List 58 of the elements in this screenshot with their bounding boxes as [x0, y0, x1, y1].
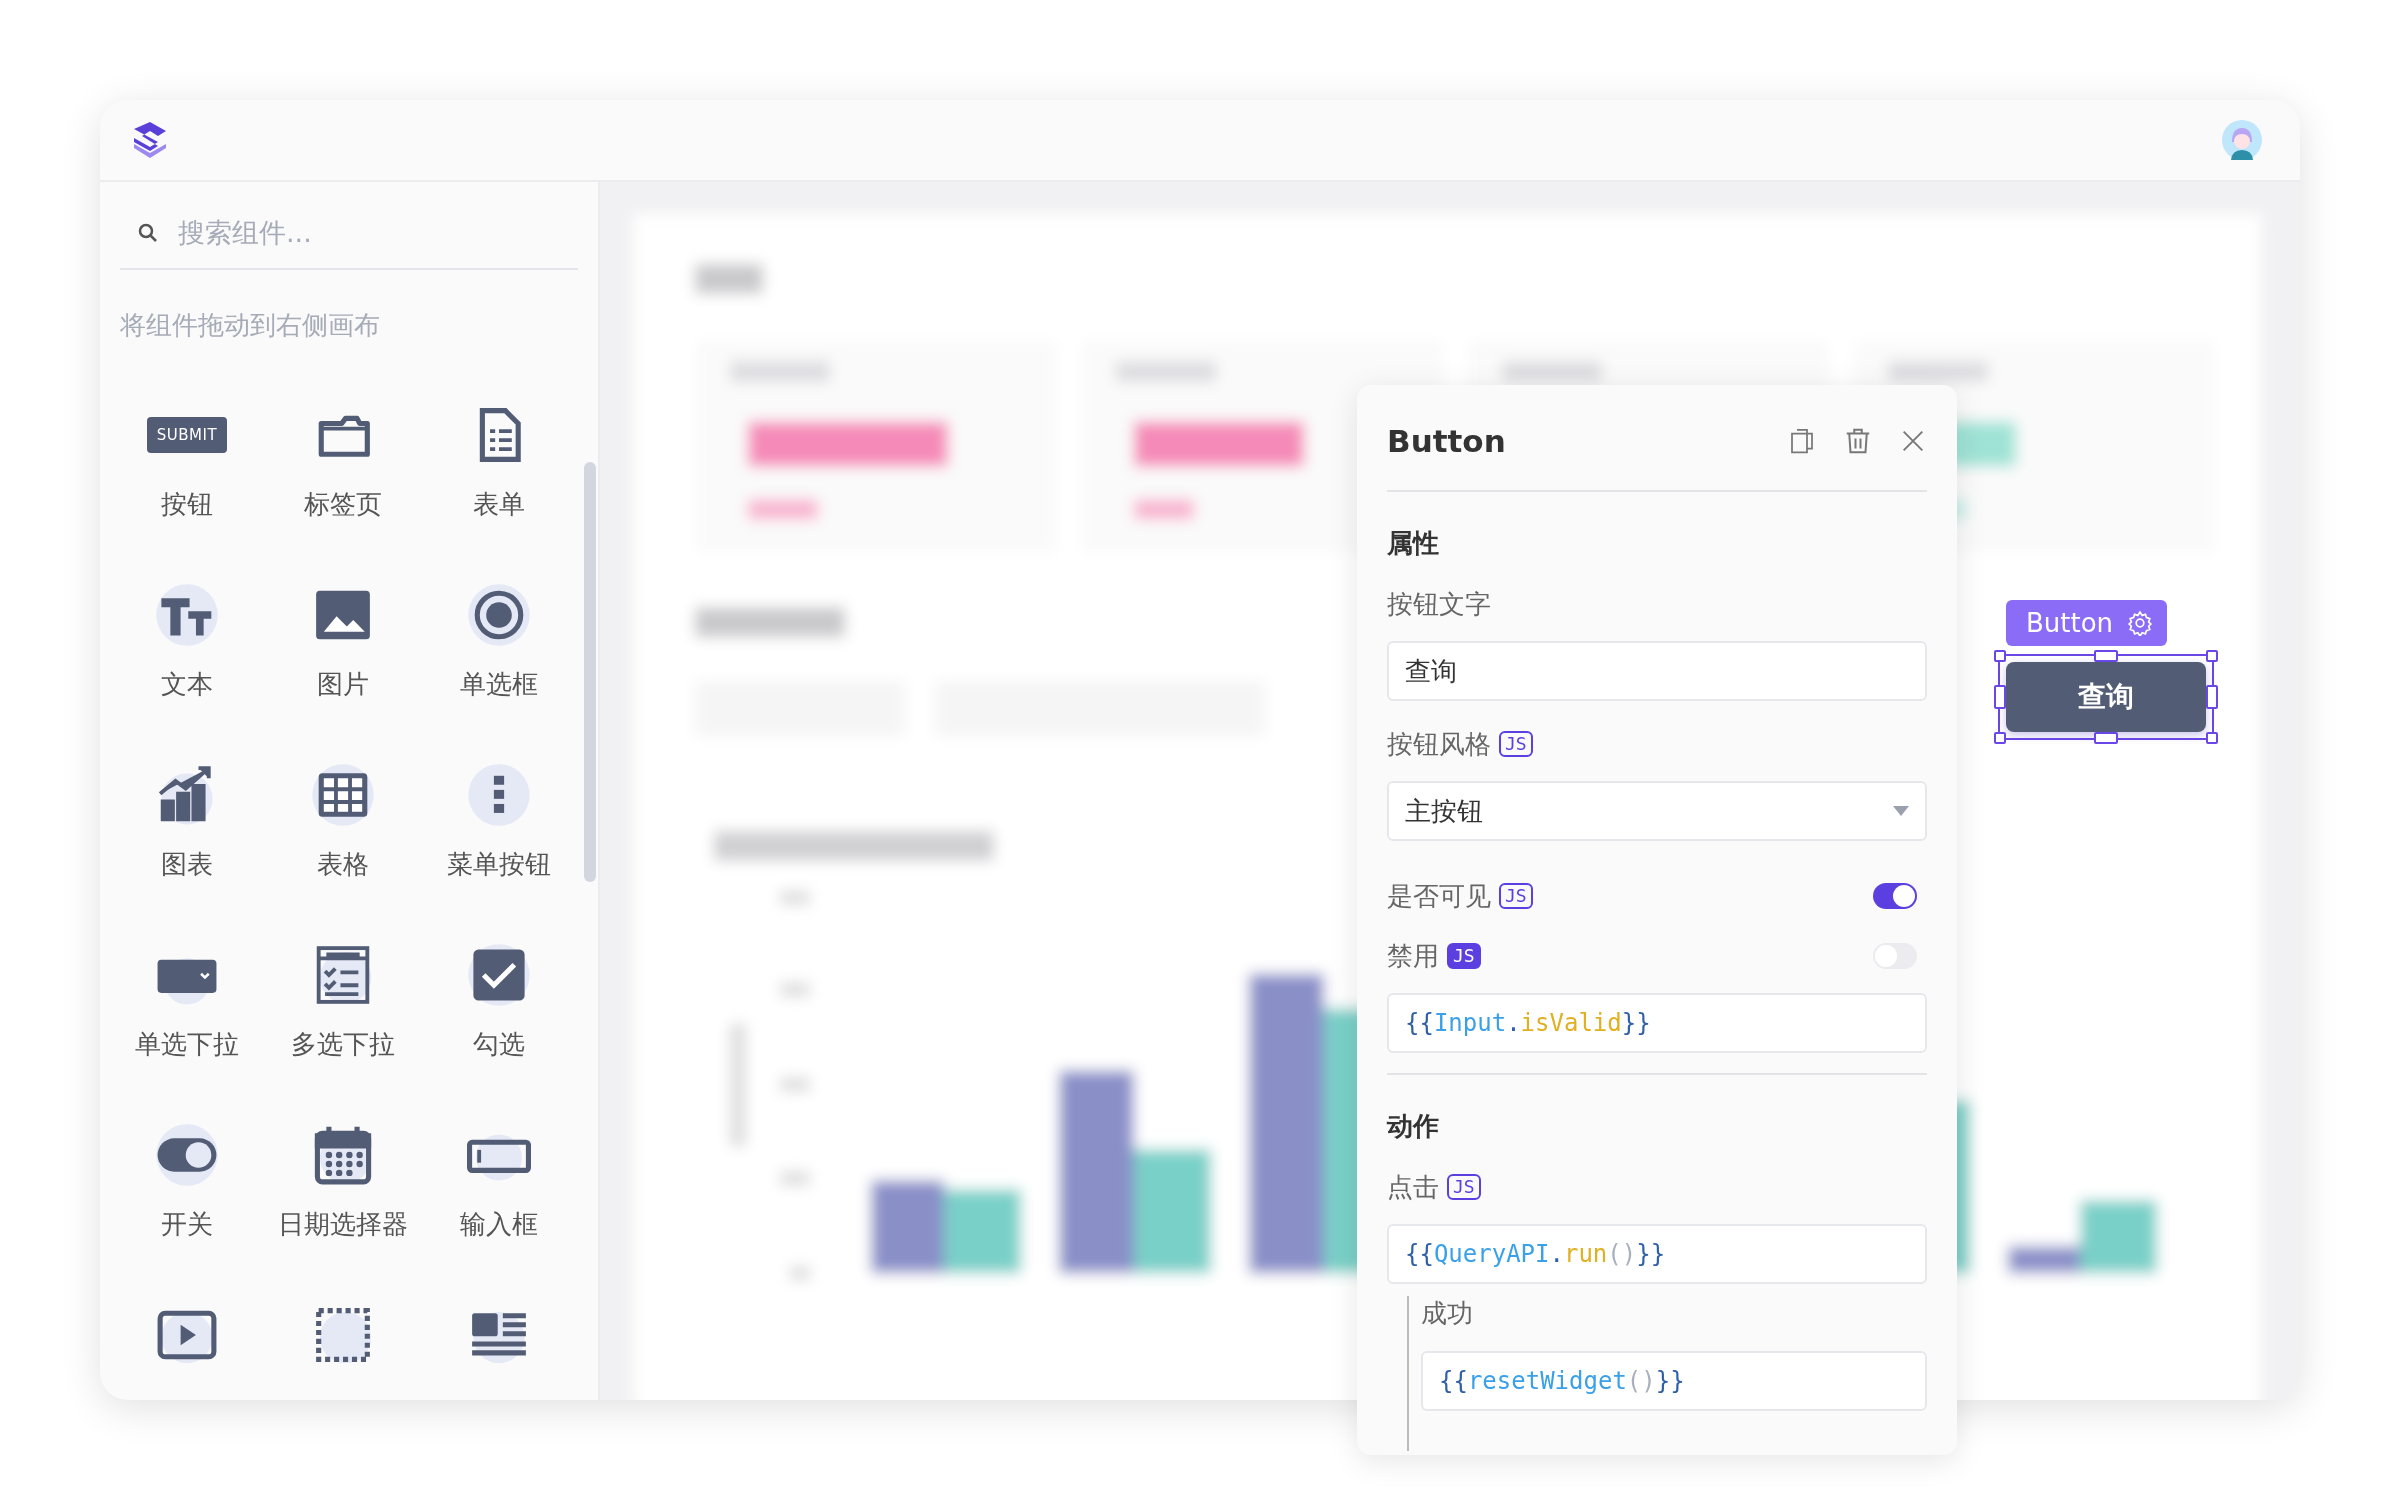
- toggle-icon[interactable]: [155, 1123, 219, 1187]
- field-label: 按钮风格: [1387, 727, 1491, 761]
- code-field[interactable]: {{Input.isValid}}: [1387, 993, 1927, 1053]
- component-label[interactable]: 勾选: [473, 1027, 525, 1062]
- resize-handle[interactable]: [2094, 650, 2118, 662]
- widget-name: Button: [2026, 608, 2114, 638]
- code-field[interactable]: {{resetWidget()}}: [1421, 1351, 1927, 1411]
- component-label[interactable]: 多选下拉: [291, 1027, 395, 1062]
- section-title: 属性: [1387, 527, 1440, 560]
- scrollbar[interactable]: [584, 462, 596, 882]
- component-label[interactable]: 标签页: [304, 487, 382, 522]
- submit-button-icon: SUBMIT: [146, 417, 228, 453]
- resize-handle[interactable]: [1994, 685, 2006, 709]
- event-label: 成功: [1421, 1297, 1474, 1330]
- grid-icon[interactable]: [311, 763, 375, 827]
- text-icon[interactable]: [155, 583, 219, 647]
- resize-handle[interactable]: [1994, 732, 2006, 744]
- radio-icon[interactable]: [467, 583, 531, 647]
- text-field[interactable]: 查询: [1387, 641, 1927, 701]
- section-title: 动作: [1387, 1110, 1440, 1143]
- component-label[interactable]: 图片: [317, 667, 369, 702]
- resize-handle[interactable]: [2094, 732, 2118, 744]
- panel-title: Button: [1387, 422, 1506, 459]
- js-toggle[interactable]: JS: [1447, 1174, 1481, 1200]
- widget-tag[interactable]: Button: [2006, 600, 2168, 646]
- resize-handle[interactable]: [2206, 650, 2218, 662]
- caret-icon: [1893, 806, 1909, 816]
- js-toggle[interactable]: JS: [1499, 883, 1533, 909]
- resize-handle[interactable]: [1994, 650, 2006, 662]
- component-label[interactable]: 图表: [161, 847, 213, 882]
- query-button[interactable]: 查询: [2006, 662, 2206, 732]
- js-toggle[interactable]: JS: [1499, 731, 1533, 757]
- component-label[interactable]: 按钮: [161, 487, 213, 522]
- resize-handle[interactable]: [2206, 732, 2218, 744]
- avatar-icon[interactable]: [2222, 120, 2262, 160]
- component-label[interactable]: 文本: [161, 667, 213, 702]
- component-label[interactable]: 开关: [161, 1207, 213, 1242]
- more-icon[interactable]: [467, 763, 531, 827]
- component-label[interactable]: 输入框: [460, 1207, 538, 1242]
- search-field[interactable]: 搜索组件...: [120, 196, 578, 270]
- component-label[interactable]: 菜单按钮: [447, 847, 551, 882]
- field-label: 是否可见: [1387, 879, 1491, 913]
- component-label[interactable]: 单选下拉: [135, 1027, 239, 1062]
- component-label[interactable]: 表格: [317, 847, 369, 882]
- style-dropdown[interactable]: 主按钮: [1387, 781, 1927, 841]
- code-field[interactable]: {{QueryAPI.run()}}: [1387, 1224, 1927, 1284]
- drag-hint: 将组件拖动到右侧画布: [120, 309, 381, 342]
- settings-icon[interactable]: [2127, 610, 2154, 636]
- toggle-switch[interactable]: [1873, 883, 1917, 909]
- field-label: 按钮文字: [1387, 587, 1491, 621]
- component-label[interactable]: 表单: [473, 487, 525, 522]
- js-toggle[interactable]: JS: [1447, 943, 1481, 969]
- resize-handle[interactable]: [2206, 685, 2218, 709]
- checkbox-icon[interactable]: [467, 943, 531, 1007]
- component-label[interactable]: 单选框: [460, 667, 538, 702]
- field-label: 点击: [1387, 1170, 1439, 1204]
- component-label[interactable]: 日期选择器: [278, 1207, 408, 1242]
- field-label: 禁用: [1387, 939, 1439, 973]
